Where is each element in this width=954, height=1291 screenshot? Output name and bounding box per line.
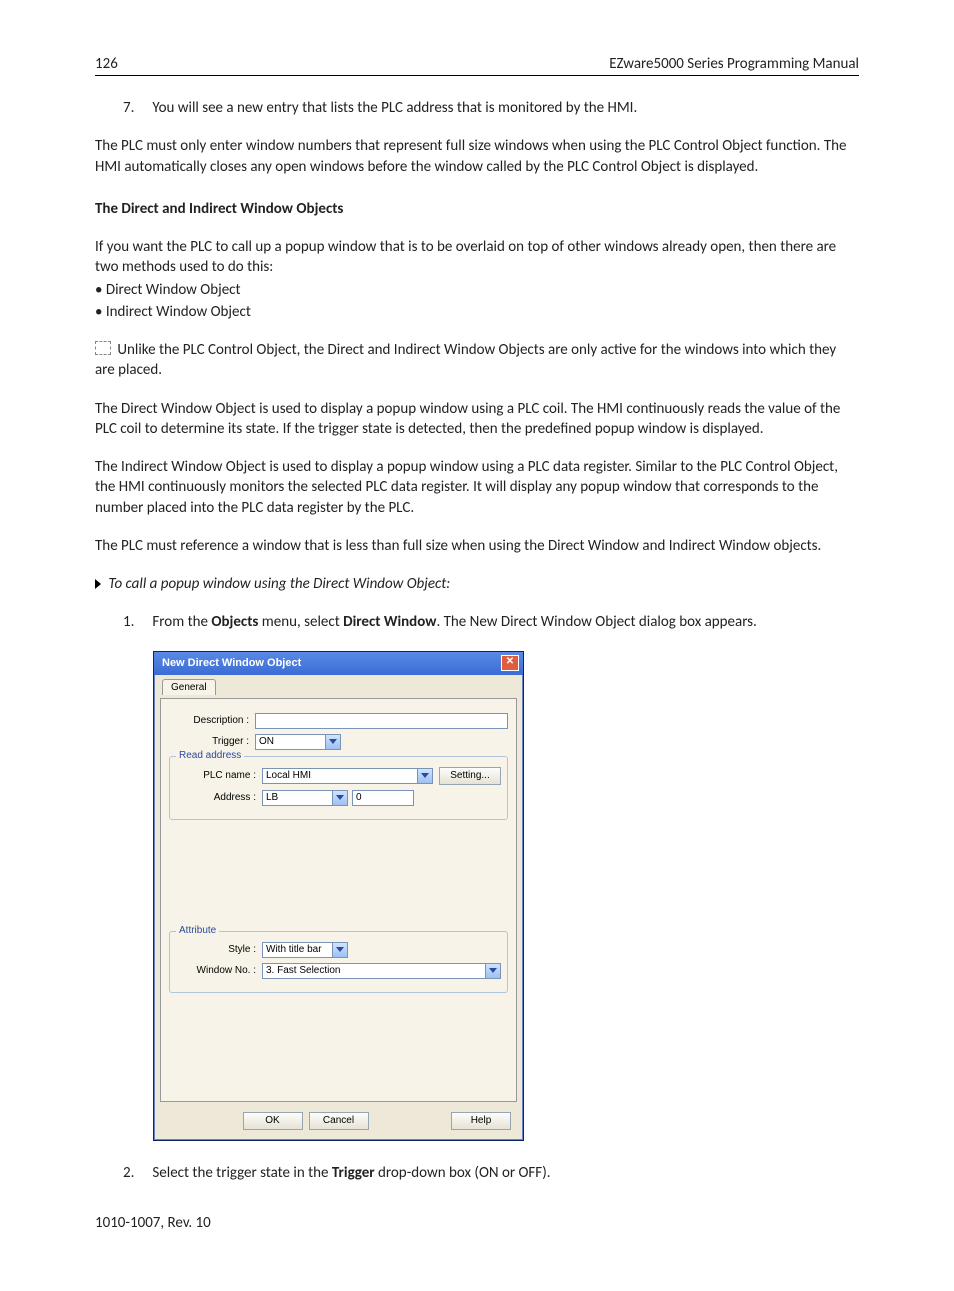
- window-no-value[interactable]: [262, 963, 501, 979]
- chevron-down-icon[interactable]: [417, 769, 432, 783]
- subheading-direct-indirect: The Direct and Indirect Window Objects: [95, 199, 859, 219]
- paragraph: The Direct Window Object is used to disp…: [95, 399, 859, 440]
- group-title-attribute: Attribute: [176, 925, 219, 936]
- paragraph: The PLC must reference a window that is …: [95, 536, 859, 556]
- paragraph: If you want the PLC to call up a popup w…: [95, 237, 859, 278]
- plc-name-label: PLC name :: [176, 770, 262, 781]
- trigger-combobox[interactable]: [255, 734, 341, 750]
- trigger-label: Trigger :: [169, 736, 255, 747]
- cancel-button[interactable]: Cancel: [309, 1112, 369, 1130]
- window-no-label: Window No. :: [176, 965, 262, 976]
- tab-strip: General: [160, 679, 517, 698]
- list-num: 1.: [123, 612, 149, 632]
- attribute-group: Attribute Style : Window No. :: [169, 931, 508, 993]
- triangle-icon: [95, 579, 101, 589]
- tab-general[interactable]: General: [162, 679, 216, 695]
- paragraph: The Indirect Window Object is used to di…: [95, 457, 859, 518]
- chevron-down-icon[interactable]: [325, 735, 340, 749]
- list-text: You will see a new entry that lists the …: [152, 99, 637, 117]
- read-address-group: Read address PLC name : Setting... Addre…: [169, 756, 508, 820]
- manual-title: EZware5000 Series Programming Manual: [609, 55, 859, 73]
- new-direct-window-dialog: New Direct Window Object ✕ General Descr…: [153, 651, 524, 1141]
- list-num: 2.: [123, 1163, 149, 1183]
- page-number: 126: [95, 55, 118, 73]
- close-icon[interactable]: ✕: [501, 655, 519, 671]
- plc-name-combobox[interactable]: [262, 768, 433, 784]
- address-label: Address :: [176, 792, 262, 803]
- list-item-1: 1. From the Objects menu, select Direct …: [123, 612, 859, 632]
- dialog-screenshot: New Direct Window Object ✕ General Descr…: [153, 651, 859, 1141]
- footer-revision: 1010-1007, Rev. 10: [95, 1213, 859, 1233]
- list-num: 7.: [123, 98, 149, 118]
- chevron-down-icon[interactable]: [332, 943, 347, 957]
- ok-button[interactable]: OK: [243, 1112, 303, 1130]
- dialog-button-row: OK Cancel Help: [160, 1102, 517, 1140]
- description-input[interactable]: [255, 713, 508, 729]
- dialog-title: New Direct Window Object: [162, 657, 301, 669]
- bullet-item: • Direct Window Object: [95, 280, 859, 300]
- address-type-combobox[interactable]: [262, 790, 348, 806]
- window-no-combobox[interactable]: [262, 963, 501, 979]
- bullet-item: • Indirect Window Object: [95, 302, 859, 322]
- style-combobox[interactable]: [262, 942, 348, 958]
- page-header: 126 EZware5000 Series Programming Manual: [95, 55, 859, 76]
- note-paragraph: Unlike the PLC Control Object, the Direc…: [95, 340, 859, 381]
- setting-button[interactable]: Setting...: [439, 767, 501, 785]
- list-item-2: 2. Select the trigger state in the Trigg…: [123, 1163, 859, 1183]
- group-title-read-address: Read address: [176, 750, 244, 761]
- address-value-input[interactable]: [352, 790, 414, 806]
- procedure-heading: To call a popup window using the Direct …: [95, 574, 859, 594]
- plc-name-value[interactable]: [262, 768, 433, 784]
- chevron-down-icon[interactable]: [332, 791, 347, 805]
- list-item-7: 7. You will see a new entry that lists t…: [123, 98, 859, 118]
- dialog-titlebar[interactable]: New Direct Window Object ✕: [154, 652, 523, 675]
- chevron-down-icon[interactable]: [485, 964, 500, 978]
- note-icon: [95, 341, 111, 355]
- tab-panel-general: Description : Trigger : Read address: [160, 698, 517, 1102]
- help-button[interactable]: Help: [451, 1112, 511, 1130]
- paragraph: The PLC must only enter window numbers t…: [95, 136, 859, 177]
- description-label: Description :: [169, 715, 255, 726]
- style-label: Style :: [176, 944, 262, 955]
